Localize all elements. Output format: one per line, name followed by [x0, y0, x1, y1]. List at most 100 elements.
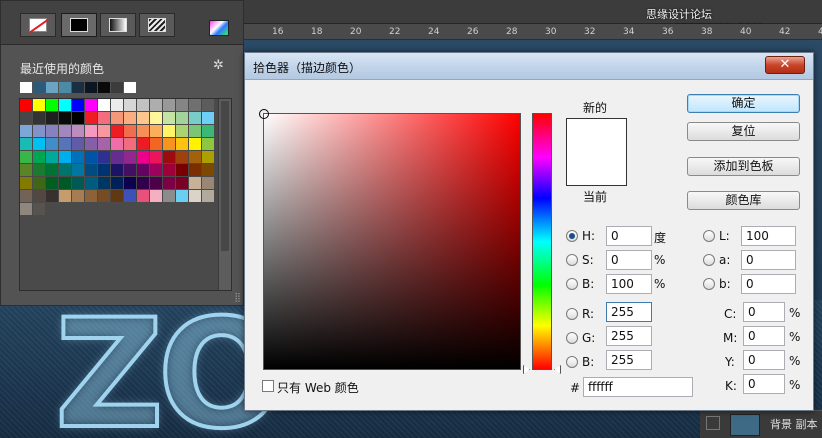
color-swatch[interactable]	[124, 151, 136, 163]
add-to-swatches-button[interactable]: 添加到色板	[687, 157, 800, 176]
hue-radio[interactable]	[566, 230, 578, 242]
color-swatch[interactable]	[98, 151, 110, 163]
color-swatch[interactable]	[202, 125, 214, 137]
color-swatch[interactable]	[189, 138, 201, 150]
color-swatch[interactable]	[111, 138, 123, 150]
color-swatch[interactable]	[33, 164, 45, 176]
recent-color-swatch[interactable]	[98, 82, 110, 93]
recent-color-swatch[interactable]	[72, 82, 84, 93]
color-swatch[interactable]	[98, 112, 110, 124]
color-swatch[interactable]	[72, 138, 84, 150]
color-swatch[interactable]	[72, 177, 84, 189]
color-swatch[interactable]	[46, 138, 58, 150]
color-swatch[interactable]	[202, 99, 214, 111]
color-swatch[interactable]	[176, 125, 188, 137]
lab-a-radio[interactable]	[703, 254, 715, 266]
color-swatch[interactable]	[20, 138, 32, 150]
color-swatch[interactable]	[33, 177, 45, 189]
color-swatch[interactable]	[85, 190, 97, 202]
color-field-marker[interactable]	[259, 109, 269, 119]
color-picker-icon[interactable]	[209, 20, 229, 36]
recent-color-swatch[interactable]	[46, 82, 58, 93]
color-swatch[interactable]	[59, 151, 71, 163]
color-swatch[interactable]	[59, 177, 71, 189]
color-swatch[interactable]	[137, 138, 149, 150]
saturation-radio[interactable]	[566, 254, 578, 266]
color-swatch[interactable]	[202, 164, 214, 176]
color-swatch[interactable]	[137, 164, 149, 176]
black-input[interactable]	[743, 374, 785, 394]
gear-icon[interactable]: ✲	[213, 58, 224, 73]
cyan-input[interactable]	[743, 302, 785, 322]
color-swatch[interactable]	[111, 177, 123, 189]
color-swatch[interactable]	[85, 164, 97, 176]
swatch-scrollbar[interactable]	[218, 99, 231, 290]
magenta-input[interactable]	[743, 326, 785, 346]
color-swatch[interactable]	[202, 138, 214, 150]
color-swatch[interactable]	[202, 151, 214, 163]
recent-color-swatch[interactable]	[85, 82, 97, 93]
color-swatch[interactable]	[85, 112, 97, 124]
current-color-swatch[interactable]	[567, 152, 626, 185]
lab-b-input[interactable]	[741, 274, 796, 294]
layer-visibility-toggle[interactable]	[706, 416, 720, 430]
color-swatch[interactable]	[176, 138, 188, 150]
hue-slider-right-arrow-icon[interactable]	[554, 365, 561, 374]
color-swatch[interactable]	[176, 164, 188, 176]
color-swatch[interactable]	[59, 125, 71, 137]
color-swatch[interactable]	[72, 151, 84, 163]
color-swatch[interactable]	[59, 138, 71, 150]
close-button[interactable]: ✕	[765, 56, 805, 74]
color-swatch[interactable]	[46, 125, 58, 137]
color-swatch[interactable]	[72, 99, 84, 111]
color-swatch[interactable]	[85, 138, 97, 150]
color-swatch[interactable]	[98, 125, 110, 137]
lab-l-input[interactable]	[741, 226, 796, 246]
color-swatch[interactable]	[72, 190, 84, 202]
color-swatch[interactable]	[111, 112, 123, 124]
color-swatch[interactable]	[124, 177, 136, 189]
color-swatch[interactable]	[189, 125, 201, 137]
recent-color-swatch[interactable]	[33, 82, 45, 93]
color-swatch[interactable]	[189, 99, 201, 111]
web-colors-only-checkbox[interactable]	[262, 380, 274, 392]
layer-row[interactable]: 背景 副本	[700, 410, 822, 438]
blue-radio[interactable]	[566, 356, 578, 368]
color-swatch[interactable]	[46, 112, 58, 124]
color-swatch[interactable]	[163, 112, 175, 124]
lab-b-radio[interactable]	[703, 278, 715, 290]
color-swatch[interactable]	[137, 112, 149, 124]
color-swatch[interactable]	[150, 125, 162, 137]
color-swatch[interactable]	[33, 99, 45, 111]
recent-color-swatch[interactable]	[59, 82, 71, 93]
color-swatch[interactable]	[59, 112, 71, 124]
color-swatch[interactable]	[163, 177, 175, 189]
color-swatch[interactable]	[150, 112, 162, 124]
color-swatch[interactable]	[98, 177, 110, 189]
brightness-radio[interactable]	[566, 278, 578, 290]
color-swatch[interactable]	[124, 99, 136, 111]
yellow-input[interactable]	[743, 350, 785, 370]
color-swatch[interactable]	[137, 151, 149, 163]
color-swatch[interactable]	[137, 190, 149, 202]
gradient-tab[interactable]	[100, 13, 136, 37]
color-swatch[interactable]	[163, 151, 175, 163]
color-libraries-button[interactable]: 颜色库	[687, 191, 800, 210]
color-swatch[interactable]	[124, 125, 136, 137]
color-swatch[interactable]	[189, 190, 201, 202]
color-swatch[interactable]	[46, 151, 58, 163]
color-swatch[interactable]	[137, 99, 149, 111]
color-swatch[interactable]	[189, 164, 201, 176]
color-swatch[interactable]	[137, 125, 149, 137]
color-swatch[interactable]	[46, 99, 58, 111]
color-swatch[interactable]	[20, 203, 32, 215]
resize-grip-icon[interactable]: ⣿	[234, 293, 241, 303]
color-swatch[interactable]	[20, 125, 32, 137]
reset-button[interactable]: 复位	[687, 122, 800, 141]
color-swatch[interactable]	[111, 99, 123, 111]
color-swatch[interactable]	[72, 164, 84, 176]
color-swatch[interactable]	[202, 112, 214, 124]
brightness-input[interactable]	[606, 274, 652, 294]
color-swatch[interactable]	[150, 99, 162, 111]
color-swatch[interactable]	[33, 112, 45, 124]
